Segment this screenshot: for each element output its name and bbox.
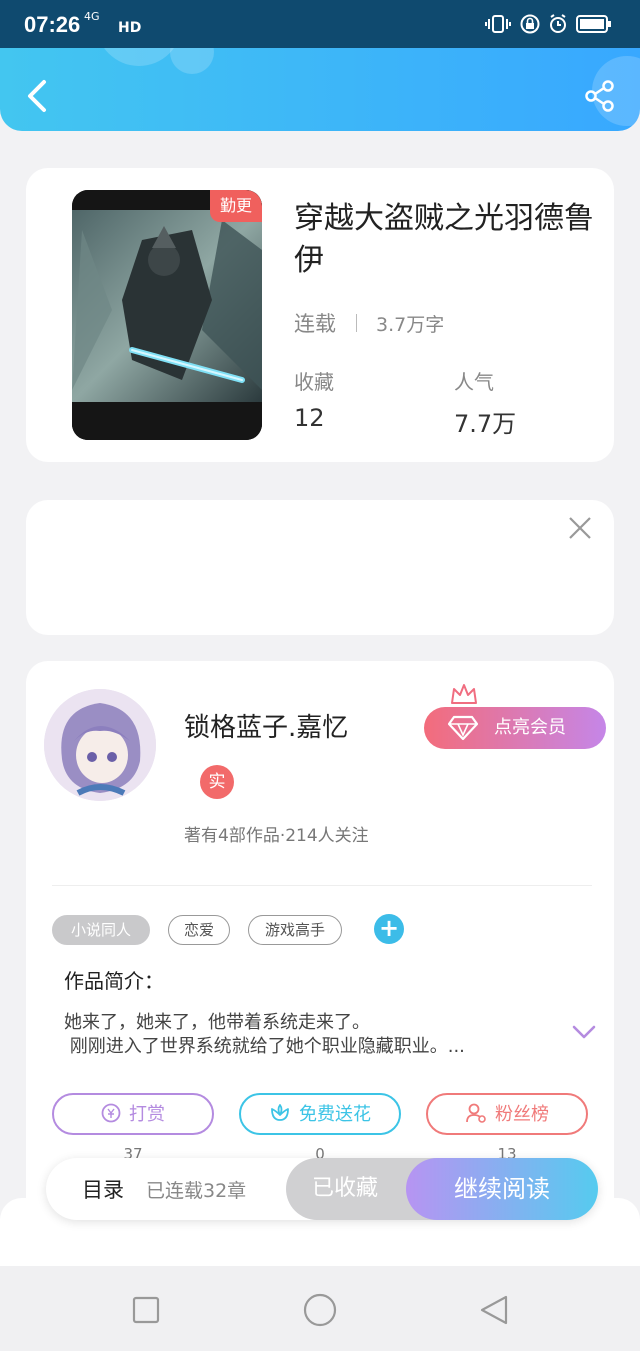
- book-cover[interactable]: 勤更: [72, 190, 262, 440]
- add-tag-button[interactable]: +: [374, 914, 404, 944]
- bottom-action-bar: 目录 已连载32章 已收藏 继续阅读: [46, 1158, 598, 1220]
- divider: [356, 314, 357, 332]
- tag-chip[interactable]: 恋爱: [168, 915, 230, 945]
- reward-button[interactable]: 打赏: [52, 1093, 214, 1135]
- avatar-illustration: [44, 689, 156, 801]
- update-badge: 勤更: [210, 190, 262, 222]
- recent-apps-icon[interactable]: [132, 1296, 160, 1324]
- coin-icon: [101, 1103, 121, 1123]
- divider: [52, 885, 592, 886]
- hd-label: HD: [118, 20, 142, 36]
- catalog-button[interactable]: 目录: [82, 1174, 124, 1204]
- battery-icon: [576, 15, 611, 33]
- system-nav-bar: [0, 1266, 640, 1351]
- lock-icon: [520, 14, 540, 34]
- home-icon[interactable]: [302, 1292, 338, 1328]
- status-icons: [484, 14, 612, 34]
- status-time: 07:26: [24, 12, 81, 37]
- verified-badge: 实: [200, 765, 234, 799]
- back-arrow-icon[interactable]: [22, 78, 52, 114]
- author-name[interactable]: 锁格蓝子.嘉忆: [184, 707, 348, 744]
- diamond-icon: [448, 715, 478, 741]
- author-meta: 著有4部作品·214人关注: [184, 826, 369, 846]
- vibrate-icon: [485, 15, 511, 33]
- popularity-label: 人气: [454, 370, 494, 394]
- back-icon[interactable]: [478, 1294, 510, 1326]
- word-count: 3.7万字: [376, 314, 445, 336]
- collect-value: 12: [294, 404, 325, 432]
- avatar[interactable]: [44, 689, 156, 801]
- user-icon: [466, 1103, 486, 1123]
- reward-label: 打赏: [129, 1104, 165, 1125]
- flower-icon: [271, 1104, 289, 1121]
- ad-card: [26, 500, 614, 635]
- alarm-icon: [550, 14, 566, 33]
- crown-icon: [451, 684, 477, 704]
- status-bar: 07:26 4G HD: [0, 0, 640, 48]
- fans-rank-button[interactable]: 粉丝榜: [426, 1093, 588, 1135]
- share-icon[interactable]: [584, 80, 616, 112]
- intro-heading: 作品简介：: [64, 969, 164, 993]
- flower-button[interactable]: 免费送花: [239, 1093, 401, 1135]
- tag-chip[interactable]: 小说同人: [52, 915, 150, 945]
- book-status: 连载: [294, 312, 336, 336]
- network-label: 4G: [84, 10, 100, 23]
- serial-count[interactable]: 已连载32章: [146, 1176, 246, 1203]
- tag-chip[interactable]: 游戏高手: [248, 915, 342, 945]
- intro-text: 她来了，她来了，他带着系统走来了。 刚刚进入了世界系统就给了她个职业隐藏职业。.…: [64, 1012, 465, 1057]
- collect-label: 收藏: [294, 370, 334, 394]
- continue-reading-button[interactable]: 继续阅读: [406, 1158, 598, 1220]
- flower-label: 免费送花: [299, 1104, 371, 1125]
- close-icon[interactable]: [566, 514, 594, 542]
- chevron-down-icon[interactable]: [572, 1023, 596, 1041]
- cover-illustration: [72, 190, 262, 440]
- book-info-card: 勤更 穿越大盗贼之光羽德鲁伊 连载 3.7万字 收藏 12 人气 7.7万: [26, 168, 614, 462]
- book-title: 穿越大盗贼之光羽德鲁伊: [294, 201, 594, 278]
- popularity-value: 7.7万: [454, 410, 517, 438]
- fans-rank-label: 粉丝榜: [495, 1104, 549, 1125]
